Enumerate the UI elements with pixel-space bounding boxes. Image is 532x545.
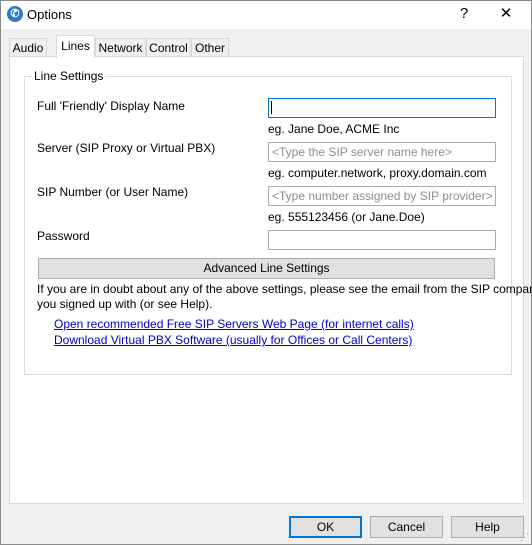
text-caret	[271, 101, 272, 114]
title-bar[interactable]: ✆ Options ? ✕	[1, 1, 531, 29]
help-icon[interactable]: ?	[452, 3, 476, 25]
cancel-button[interactable]: Cancel	[370, 516, 443, 538]
sip-servers-link[interactable]: Open recommended Free SIP Servers Web Pa…	[54, 317, 414, 331]
info-text-line1: If you are in doubt about any of the abo…	[37, 282, 532, 296]
dialog-client-area: Audio Lines Network Control Other Line S…	[1, 29, 532, 544]
tab-lines[interactable]: Lines	[56, 35, 95, 58]
display-name-hint: eg. Jane Doe, ACME Inc	[268, 122, 400, 136]
sip-number-field[interactable]	[268, 186, 496, 206]
display-name-field-wrap	[268, 98, 496, 118]
password-field[interactable]	[268, 230, 496, 250]
window-title: Options	[27, 7, 72, 22]
server-field[interactable]	[268, 142, 496, 162]
ok-button[interactable]: OK	[289, 516, 362, 538]
resize-grip-icon[interactable]: ⋰	[519, 532, 529, 542]
tab-network[interactable]: Network	[95, 38, 146, 57]
advanced-line-settings-button[interactable]: Advanced Line Settings	[38, 258, 495, 279]
app-logo-icon: ✆	[7, 6, 23, 22]
password-label: Password	[37, 229, 90, 243]
tab-audio[interactable]: Audio	[9, 38, 47, 57]
tab-other[interactable]: Other	[191, 38, 229, 57]
close-icon[interactable]: ✕	[493, 3, 519, 25]
sip-number-label: SIP Number (or User Name)	[37, 185, 189, 199]
group-title: Line Settings	[32, 69, 106, 83]
display-name-field[interactable]	[268, 98, 496, 118]
info-text-line2: you signed up with (or see Help).	[37, 297, 213, 311]
virtual-pbx-link[interactable]: Download Virtual PBX Software (usually f…	[54, 333, 412, 347]
line-settings-group: Line Settings Full 'Friendly' Display Na…	[24, 69, 532, 375]
lines-tab-page: Line Settings Full 'Friendly' Display Na…	[9, 56, 532, 504]
tab-control[interactable]: Control	[146, 38, 191, 57]
server-hint: eg. computer.network, proxy.domain.com	[268, 166, 487, 180]
options-dialog: ✆ Options ? ✕ Audio Lines Network Contro…	[0, 0, 532, 545]
sip-number-hint: eg. 555123456 (or Jane.Doe)	[268, 210, 425, 224]
help-button[interactable]: Help	[451, 516, 524, 538]
server-label: Server (SIP Proxy or Virtual PBX)	[37, 141, 216, 155]
display-name-label: Full 'Friendly' Display Name	[37, 99, 185, 113]
